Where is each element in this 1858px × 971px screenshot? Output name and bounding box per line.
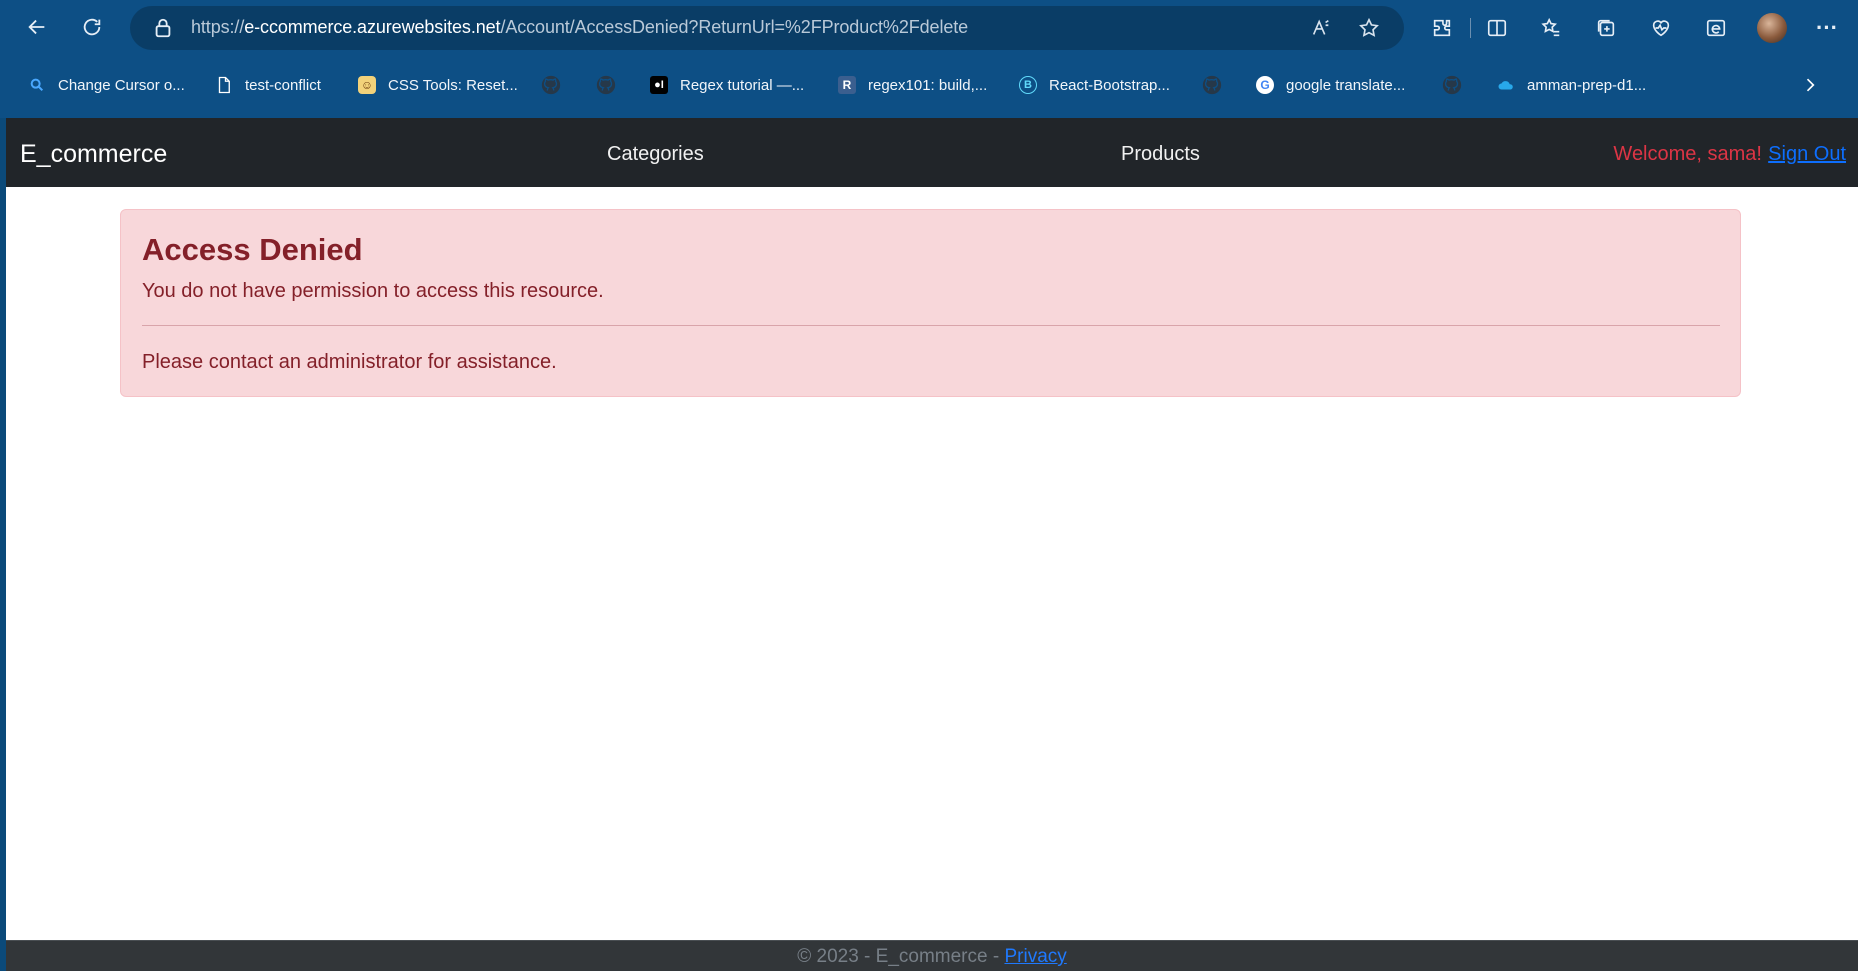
more-menu-button[interactable]: ··· — [1809, 10, 1845, 46]
favorites-button[interactable] — [1533, 10, 1569, 46]
bookmark-item[interactable]: R regex101: build,... — [838, 72, 987, 98]
refresh-button[interactable] — [74, 9, 110, 45]
lock-icon — [155, 18, 171, 38]
url-text[interactable]: https://e-ccommerce.azurewebsites.net/Ac… — [191, 17, 968, 38]
bookmark-label: CSS Tools: Reset... — [388, 76, 518, 94]
favorites-list-icon — [1541, 17, 1560, 37]
split-screen-icon — [1487, 19, 1507, 37]
privacy-link[interactable]: Privacy — [1004, 946, 1066, 967]
ie-mode-button[interactable] — [1698, 10, 1734, 46]
performance-button[interactable] — [1643, 10, 1679, 46]
browser-chrome: https://e-ccommerce.azurewebsites.net/Ac… — [0, 0, 1858, 118]
footer-text: © 2023 - E_commerce - Privacy — [6, 946, 1858, 968]
bookmark-label: amman-prep-d1... — [1527, 76, 1647, 94]
github-icon — [541, 75, 561, 95]
github-icon — [596, 75, 616, 95]
search-icon — [28, 76, 46, 94]
site-navbar: E_commerce Categories Products Welcome, … — [6, 118, 1858, 187]
sign-out-link[interactable]: Sign Out — [1768, 143, 1846, 166]
footer-copyright: © 2023 - E_commerce - — [797, 946, 1005, 967]
alert-message: You do not have permission to access thi… — [142, 280, 604, 302]
bookmark-item[interactable] — [540, 72, 562, 98]
toolbar-divider — [1470, 18, 1471, 38]
site-footer: © 2023 - E_commerce - Privacy — [6, 940, 1858, 971]
bookmark-label: Regex tutorial —... — [680, 76, 805, 94]
bookmark-item[interactable]: G google translate... — [1256, 72, 1405, 98]
bookmark-item[interactable]: ●I Regex tutorial —... — [650, 72, 804, 98]
page-icon — [215, 76, 233, 94]
site-brand[interactable]: E_commerce — [20, 140, 167, 169]
nav-link-products[interactable]: Products — [1121, 143, 1200, 166]
read-aloud-icon[interactable] — [1310, 17, 1332, 39]
nav-link-categories[interactable]: Categories — [607, 143, 704, 166]
bookmark-item[interactable]: Change Cursor o... — [28, 72, 185, 98]
alert-divider — [142, 325, 1720, 326]
react-bootstrap-icon: B — [1019, 76, 1037, 94]
github-icon — [1202, 75, 1222, 95]
collections-button[interactable] — [1588, 10, 1624, 46]
bookmark-item[interactable]: ☺ CSS Tools: Reset... — [358, 72, 518, 98]
address-bar[interactable]: https://e-ccommerce.azurewebsites.net/Ac… — [130, 6, 1404, 50]
browser-toolbar: https://e-ccommerce.azurewebsites.net/Ac… — [0, 0, 1858, 56]
bookmark-item[interactable]: amman-prep-d1... — [1497, 72, 1646, 98]
bookmark-item[interactable] — [1201, 72, 1223, 98]
web-page: E_commerce Categories Products Welcome, … — [6, 118, 1858, 971]
access-denied-alert: Access Denied You do not have permission… — [120, 209, 1741, 397]
bookmarks-overflow-button[interactable] — [1800, 72, 1820, 98]
bookmark-label: React-Bootstrap... — [1049, 76, 1170, 94]
profile-avatar[interactable] — [1757, 13, 1787, 43]
ellipsis-icon: ··· — [1816, 15, 1838, 40]
refresh-icon — [83, 18, 101, 36]
collections-icon — [1597, 19, 1615, 37]
bookmark-item[interactable]: B React-Bootstrap... — [1019, 72, 1170, 98]
url-scheme: https:// — [191, 17, 245, 37]
extensions-button[interactable] — [1424, 10, 1460, 46]
bookmark-label: Change Cursor o... — [58, 76, 185, 94]
google-icon: G — [1256, 76, 1274, 94]
ie-mode-icon — [1706, 19, 1726, 37]
puzzle-icon — [1433, 19, 1451, 37]
bookmark-label: google translate... — [1286, 76, 1406, 94]
bookmark-label: test-conflict — [245, 76, 321, 94]
back-button[interactable] — [19, 9, 55, 45]
regex101-icon: R — [838, 76, 856, 94]
bookmark-item[interactable] — [595, 72, 617, 98]
alert-contact-message: Please contact an administrator for assi… — [142, 351, 557, 373]
back-arrow-icon — [28, 19, 45, 35]
bookmark-item[interactable] — [1441, 72, 1463, 98]
alert-title: Access Denied — [142, 232, 363, 267]
url-path: /Account/AccessDenied?ReturnUrl=%2FProdu… — [500, 17, 969, 37]
favorite-star-icon[interactable] — [1358, 17, 1380, 39]
heart-pulse-icon — [1652, 20, 1670, 37]
url-host: e-ccommerce.azurewebsites.net — [244, 17, 501, 37]
bookmark-label: regex101: build,... — [868, 76, 988, 94]
chevron-right-icon — [1806, 78, 1815, 92]
medium-icon: ●I — [650, 76, 668, 94]
welcome-message: Welcome, sama! — [1613, 143, 1762, 165]
github-icon — [1442, 75, 1462, 95]
bookmarks-bar: Change Cursor o... test-conflict ☺ CSS T… — [0, 64, 1858, 106]
split-screen-button[interactable] — [1479, 10, 1515, 46]
onedrive-icon — [1497, 76, 1515, 94]
bookmark-item[interactable]: test-conflict — [215, 72, 321, 98]
css-tools-icon: ☺ — [358, 76, 376, 94]
